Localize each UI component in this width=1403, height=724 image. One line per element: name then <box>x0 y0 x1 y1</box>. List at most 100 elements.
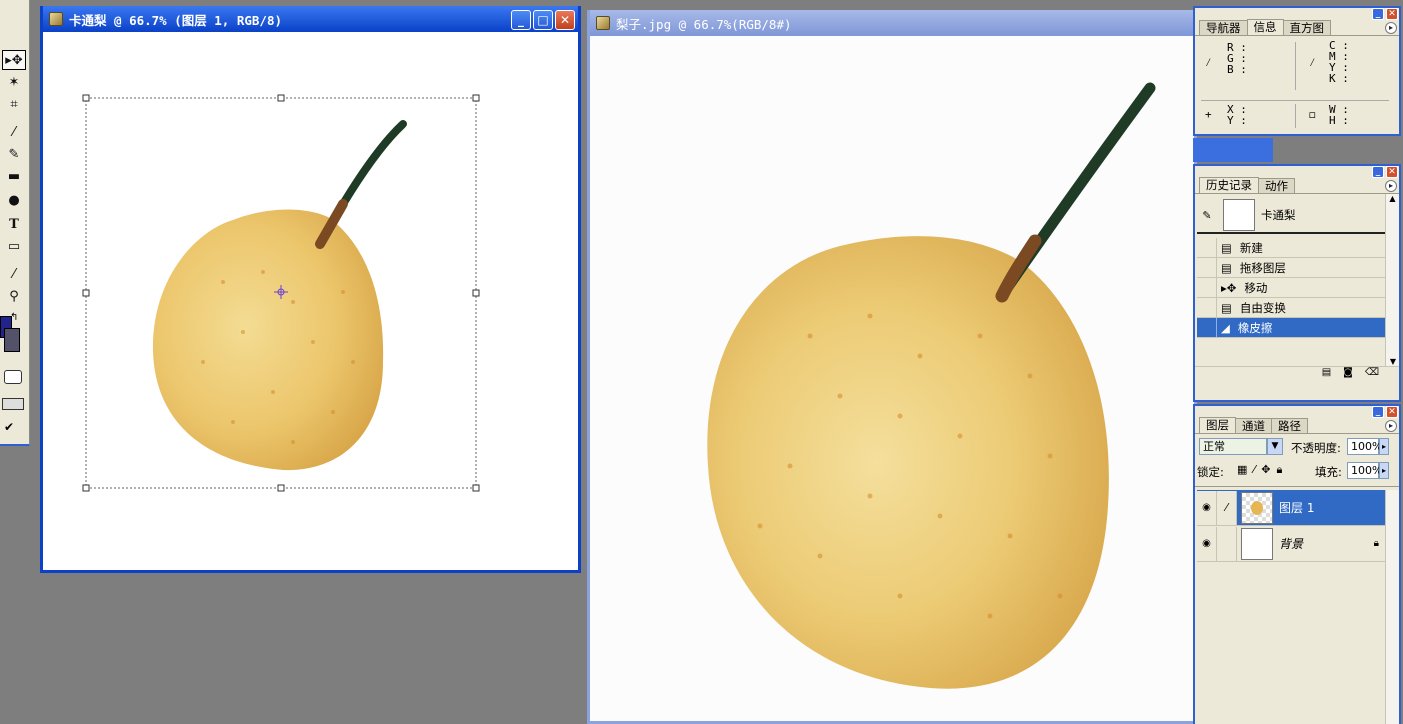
lock-image-icon[interactable]: ⁄ <box>1253 463 1255 477</box>
panel-minimize-button[interactable]: _ <box>1372 8 1384 20</box>
snapshot-label: 卡通梨 <box>1261 208 1296 222</box>
panel-close-button[interactable]: ✕ <box>1386 406 1398 418</box>
history-snapshot[interactable]: ✎ 卡通梨 <box>1197 198 1385 234</box>
lock-icon: 🔒︎ <box>1373 538 1379 549</box>
history-step-icon: ▤ <box>1221 260 1232 275</box>
opacity-label: 不透明度: <box>1291 441 1341 455</box>
type-tool-icon[interactable]: T <box>2 214 26 234</box>
fill-slider-arrow-icon[interactable]: ▸ <box>1379 462 1389 479</box>
trash-icon[interactable]: ⌫ <box>1365 367 1379 380</box>
history-item-eraser[interactable]: ◢ 橡皮擦 <box>1197 318 1385 338</box>
history-item-new[interactable]: ▤ 新建 <box>1197 238 1385 258</box>
panel-minimize-button[interactable]: _ <box>1372 166 1384 178</box>
blend-mode-value: 正常 <box>1199 438 1267 455</box>
document-title: 梨子.jpg @ 66.7%(RGB/8#) <box>616 16 792 32</box>
tab-actions[interactable]: 动作 <box>1258 178 1295 193</box>
panel-close-button[interactable]: ✕ <box>1386 8 1398 20</box>
history-item-move[interactable]: ▸✥ 移动 <box>1197 278 1385 298</box>
lock-position-icon[interactable]: ✥ <box>1261 463 1270 477</box>
swap-colors-icon[interactable]: ↰ <box>10 312 18 323</box>
dodge-tool-icon[interactable]: ● <box>2 190 26 210</box>
document-titlebar[interactable]: 梨子.jpg @ 66.7%(RGB/8#) <box>590 10 1194 36</box>
panel-minimize-button[interactable]: _ <box>1372 406 1384 418</box>
history-item-label: 新建 <box>1239 240 1263 255</box>
maximize-button[interactable]: □ <box>533 10 553 30</box>
document-icon <box>49 12 63 26</box>
tab-histogram[interactable]: 直方图 <box>1282 20 1331 35</box>
crop-tool-icon[interactable]: ⌗ <box>2 94 26 114</box>
history-brush-tool-icon[interactable]: ✎ <box>2 144 26 164</box>
layer-row-layer1[interactable]: ◉ ⁄ 图层 1 <box>1197 490 1385 526</box>
eye-icon[interactable]: ◉ <box>1197 526 1217 561</box>
layers-panel: _ ✕ 图层 通道 路径 ▸ 正常 ▼ 不透明度: 100% ▸ 锁定: ▦ ⁄… <box>1193 404 1401 724</box>
lock-all-icon[interactable]: 🔒︎ <box>1276 463 1282 477</box>
eyedropper-icon: ⁄ <box>1309 56 1316 69</box>
tab-channels[interactable]: 通道 <box>1235 418 1272 433</box>
gradient-tool-icon[interactable]: ▬ <box>2 166 26 186</box>
lock-transparent-icon[interactable]: ▦ <box>1237 463 1247 477</box>
layer-link-cell[interactable] <box>1217 526 1237 561</box>
eyedropper-tool-icon[interactable]: ⁄ <box>2 264 26 284</box>
history-item-free-transform[interactable]: ▤ 自由变换 <box>1197 298 1385 318</box>
panel-titlebar[interactable]: _ ✕ <box>1195 8 1399 20</box>
background-color-swatch[interactable] <box>4 328 20 352</box>
tab-navigator[interactable]: 导航器 <box>1199 20 1248 35</box>
tab-history[interactable]: 历史记录 <box>1199 177 1259 193</box>
rectangle-tool-icon[interactable]: ▭ <box>2 236 26 256</box>
panel-well-strip <box>1193 138 1273 162</box>
panel-menu-arrow-icon[interactable]: ▸ <box>1385 180 1397 192</box>
eye-icon[interactable]: ◉ <box>1197 490 1217 525</box>
document-titlebar[interactable]: 卡通梨 @ 66.7% (图层 1, RGB/8) <box>43 6 578 32</box>
history-scrollbar[interactable]: ▲ ▼ <box>1385 194 1399 366</box>
fill-field[interactable]: 100% ▸ <box>1347 462 1389 479</box>
history-brush-source-icon[interactable]: ✎ <box>1197 209 1217 222</box>
document-window-cartoon-pear: 卡通梨 @ 66.7% (图层 1, RGB/8) _ □ ✕ <box>40 6 581 573</box>
info-k-label: K : <box>1329 72 1349 85</box>
lock-label: 锁定: <box>1197 465 1224 479</box>
history-panel-tabs: 历史记录 动作 ▸ <box>1195 177 1399 194</box>
panel-close-button[interactable]: ✕ <box>1386 166 1398 178</box>
small-pear-image <box>82 94 480 492</box>
document-canvas[interactable] <box>590 36 1194 721</box>
document-icon <box>596 16 610 30</box>
quick-mask-icon[interactable] <box>4 370 22 384</box>
history-item-label: 移动 <box>1244 280 1268 295</box>
large-pear-image <box>707 82 1156 689</box>
eyedropper-icon: ⁄ <box>1205 56 1212 69</box>
blend-mode-select[interactable]: 正常 ▼ <box>1199 438 1283 455</box>
new-document-from-state-icon[interactable]: ▤ <box>1322 367 1331 380</box>
document-canvas[interactable] <box>43 32 578 570</box>
imageready-icon[interactable]: ✔ <box>4 420 24 436</box>
screen-mode-icon[interactable] <box>2 398 24 410</box>
magic-wand-tool-icon[interactable]: ✶ <box>2 72 26 92</box>
paintbrush-icon[interactable]: ⁄ <box>1217 490 1237 525</box>
history-item-drag-layer[interactable]: ▤ 拖移图层 <box>1197 258 1385 278</box>
panel-menu-arrow-icon[interactable]: ▸ <box>1385 22 1397 34</box>
history-item-label: 自由变换 <box>1239 300 1286 315</box>
move-step-icon: ▸✥ <box>1221 280 1237 295</box>
layer-row-background[interactable]: ◉ 背景 🔒︎ <box>1197 526 1385 562</box>
layer-thumbnail <box>1241 491 1273 524</box>
brush-tool-icon[interactable]: ⁄ <box>2 122 26 142</box>
opacity-field[interactable]: 100% ▸ <box>1347 438 1389 455</box>
document-window-pear-jpg: 梨子.jpg @ 66.7%(RGB/8#) <box>587 10 1197 724</box>
layers-panel-tabs: 图层 通道 路径 ▸ <box>1195 417 1399 434</box>
history-step-icon: ▤ <box>1221 240 1232 255</box>
layers-scrollbar[interactable] <box>1385 490 1399 724</box>
tab-info[interactable]: 信息 <box>1246 19 1284 35</box>
new-snapshot-icon[interactable]: ◙ <box>1343 367 1353 380</box>
tab-layers[interactable]: 图层 <box>1199 417 1236 433</box>
zoom-tool-icon[interactable]: ⚲ <box>2 286 26 306</box>
move-tool-icon[interactable]: ▸✥ <box>2 50 26 70</box>
minimize-button[interactable]: _ <box>511 10 531 30</box>
pear-thumbnail-icon <box>1251 500 1263 515</box>
chevron-down-icon[interactable]: ▼ <box>1267 438 1283 455</box>
panel-menu-arrow-icon[interactable]: ▸ <box>1385 420 1397 432</box>
history-step-icon: ▤ <box>1221 300 1232 315</box>
tab-paths[interactable]: 路径 <box>1271 418 1308 433</box>
opacity-slider-arrow-icon[interactable]: ▸ <box>1379 438 1389 455</box>
close-button[interactable]: ✕ <box>555 10 575 30</box>
history-item-label: 拖移图层 <box>1239 260 1286 275</box>
info-h-label: H : <box>1329 114 1349 127</box>
layer-thumbnail <box>1241 527 1273 560</box>
